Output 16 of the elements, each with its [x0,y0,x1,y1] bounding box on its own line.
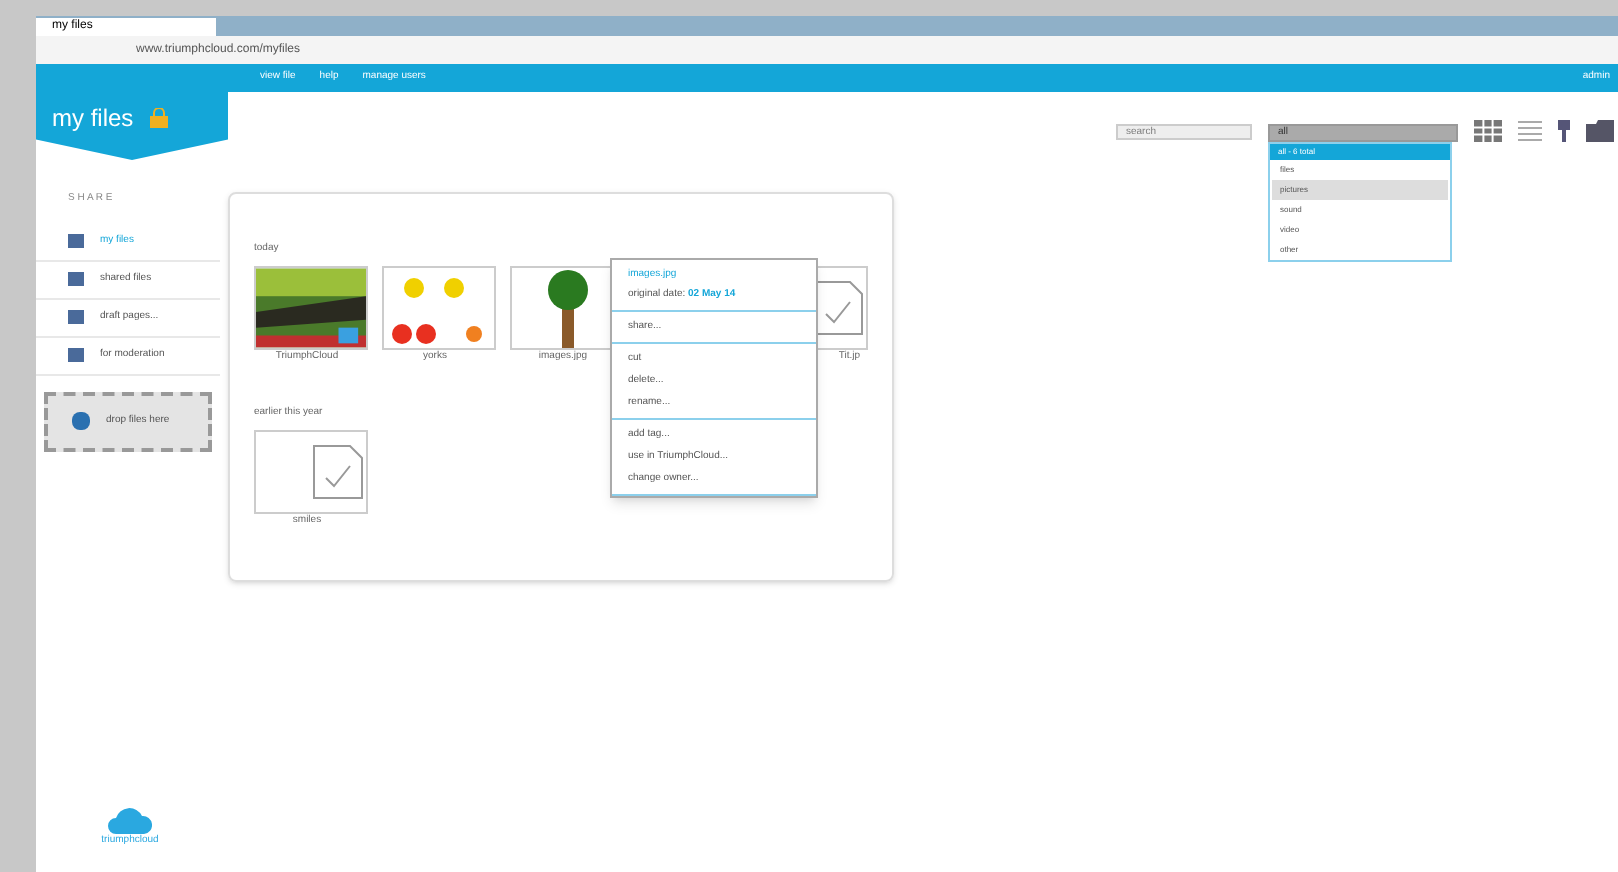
lock-icon [149,108,168,128]
pin-icon[interactable] [1558,120,1570,142]
folder-icon [68,234,84,248]
grid-view-icon[interactable] [1474,120,1502,142]
file-thumbnail[interactable] [254,429,368,513]
file-thumbnail[interactable] [382,266,496,350]
folder-icon [68,272,84,286]
folder-icon [68,348,84,362]
cloud-icon [108,805,152,833]
folder-icon [68,310,84,324]
folder-icon[interactable] [1586,120,1614,142]
brand-title: my files [52,102,134,136]
upload-icon [72,412,90,430]
document-icon [310,441,366,501]
tree-icon [543,268,591,348]
file-thumbnail[interactable] [254,266,368,350]
